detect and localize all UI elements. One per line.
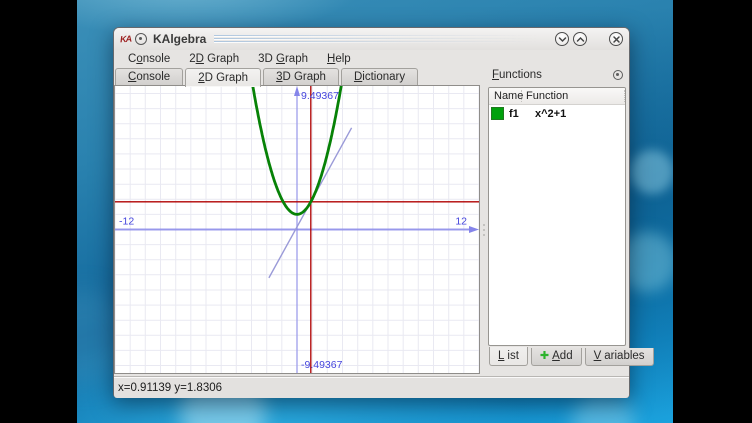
functions-panel: Functions Name Function f1 x^2+1 List (488, 65, 627, 374)
plus-icon: ✚ (540, 351, 549, 362)
tab-dictionary[interactable]: Dictionary (341, 68, 418, 85)
panel-detach-icon[interactable] (613, 70, 623, 80)
functions-list-header[interactable]: Name Function (489, 88, 625, 105)
tab-variables[interactable]: Variables (585, 348, 654, 366)
minimize-button[interactable] (555, 32, 569, 46)
tab-2d-graph[interactable]: 2D Graph (185, 68, 261, 87)
menu-2d-graph[interactable]: 2D Graph (182, 53, 246, 65)
window-menu-icon[interactable] (135, 33, 147, 45)
tab-list[interactable]: List (489, 347, 528, 366)
kalgebra-app-icon: KA (120, 34, 132, 45)
graph-area[interactable]: -12 12 9.49367 -9.49367 (114, 85, 480, 374)
tab-console[interactable]: Console (115, 68, 183, 85)
tab-add[interactable]: ✚ Add (531, 348, 582, 366)
function-color-swatch (491, 107, 504, 120)
function-name: f1 (509, 108, 525, 120)
status-bar: x=0.91139 y=1.8306 (114, 376, 629, 398)
kalgebra-window: KA KAlgebra Console (113, 27, 630, 398)
maximize-button[interactable] (573, 32, 587, 46)
svg-text:9.49367: 9.49367 (301, 90, 339, 102)
svg-text:-12: -12 (119, 216, 134, 228)
window-title: KAlgebra (153, 32, 206, 46)
desktop-background: KA KAlgebra Console (77, 0, 673, 423)
chevron-down-icon (558, 35, 567, 44)
close-button[interactable] (609, 32, 623, 46)
svg-text:-9.49367: -9.49367 (301, 359, 343, 371)
function-expression: x^2+1 (535, 108, 566, 120)
panel-splitter[interactable] (480, 85, 488, 374)
functions-panel-header: Functions (489, 65, 626, 85)
tab-add-label: Add (552, 350, 572, 362)
cursor-coordinates: x=0.91139 y=1.8306 (118, 382, 222, 394)
column-header-name[interactable]: Name (489, 90, 522, 102)
svg-text:12: 12 (455, 216, 467, 228)
menu-help[interactable]: Help (320, 53, 358, 65)
functions-panel-tabs: List ✚ Add Variables (489, 348, 657, 367)
menu-3d-graph[interactable]: 3D Graph (251, 53, 315, 65)
tab-bar: Console 2D Graph 3D Graph Dictionary (115, 68, 420, 85)
column-header-function[interactable]: Function (522, 90, 625, 102)
screen: KA KAlgebra Console (0, 0, 752, 423)
tab-3d-graph[interactable]: 3D Graph (263, 68, 339, 85)
graph-canvas[interactable]: -12 12 9.49367 -9.49367 (115, 86, 479, 373)
functions-panel-title: Functions (492, 69, 542, 81)
close-icon (612, 35, 621, 44)
function-row-f1[interactable]: f1 x^2+1 (489, 105, 625, 122)
chevron-up-icon (576, 35, 585, 44)
menu-console[interactable]: Console (121, 53, 177, 65)
titlebar-stripes-decoration (214, 35, 537, 44)
bokeh-circle (630, 150, 673, 194)
functions-list[interactable]: Name Function f1 x^2+1 (488, 87, 626, 346)
titlebar[interactable]: KA KAlgebra (114, 28, 629, 50)
